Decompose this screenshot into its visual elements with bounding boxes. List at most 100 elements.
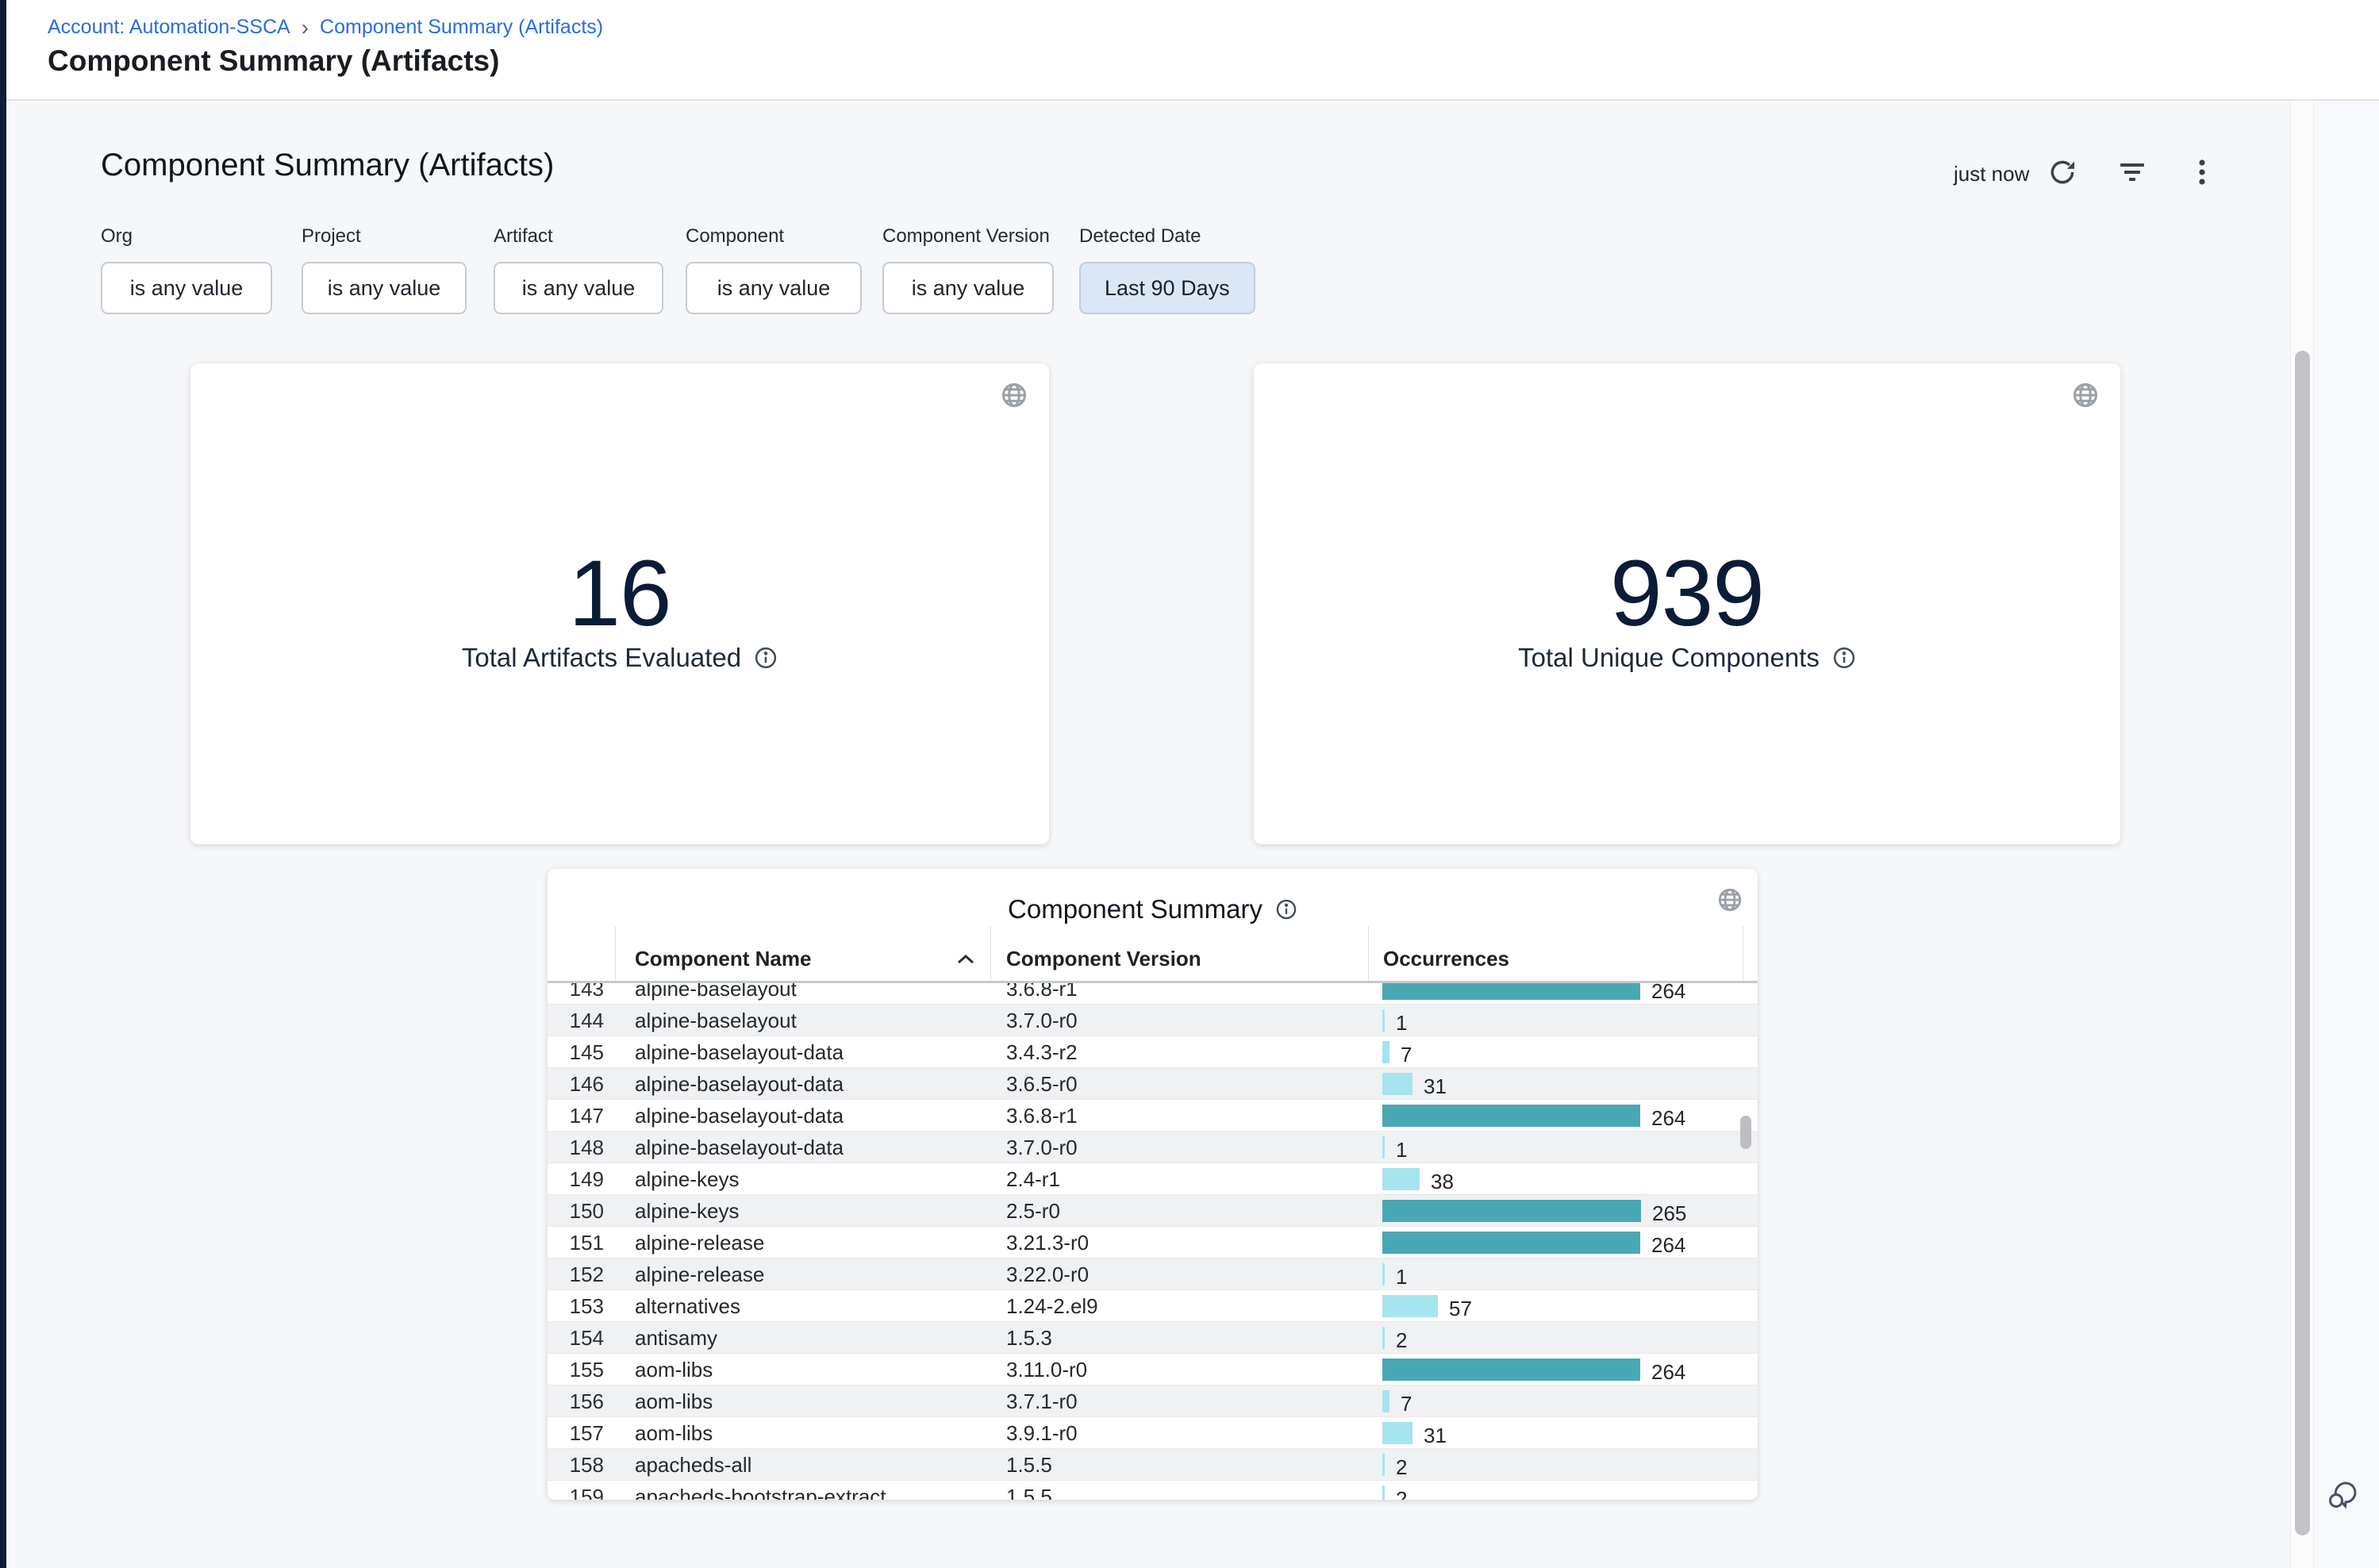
occurrences-value: 1: [1396, 1266, 1407, 1288]
filter-value-button[interactable]: is any value: [101, 262, 272, 314]
filter-value-button[interactable]: is any value: [494, 262, 663, 314]
globe-icon[interactable]: [1716, 886, 1743, 913]
component-name-cell: alternatives: [635, 1290, 740, 1322]
app-root: Account: Automation-SSCA › Component Sum…: [0, 0, 2379, 1568]
table-body: 143 alpine-baselayout 3.6.8-r1 264 144 a…: [548, 983, 1758, 1500]
collapsed-sidenav-edge[interactable]: [0, 0, 6, 1568]
occurrences-bar: [1382, 1136, 1385, 1159]
filter-label: Component Version: [882, 225, 1054, 248]
row-number: 155: [548, 1354, 604, 1385]
kebab-menu-icon[interactable]: [2189, 157, 2216, 187]
table-row[interactable]: 145 alpine-baselayout-data 3.4.3-r2 7: [548, 1036, 1758, 1068]
row-number: 151: [548, 1227, 604, 1259]
filter-org: Org is any value: [101, 225, 272, 314]
row-number: 144: [548, 1005, 604, 1036]
table-row[interactable]: 143 alpine-baselayout 3.6.8-r1 264: [548, 983, 1758, 1005]
component-name-cell: aom-libs: [635, 1385, 713, 1417]
component-name-cell: alpine-baselayout: [635, 983, 797, 1005]
filter-label: Org: [101, 225, 272, 248]
component-version-cell: 2.5-r0: [1006, 1195, 1060, 1227]
filter-value-button[interactable]: is any value: [882, 262, 1054, 314]
table-row[interactable]: 152 alpine-release 3.22.0-r0 1: [548, 1259, 1758, 1290]
component-version-cell: 1.24-2.el9: [1006, 1290, 1098, 1322]
occurrences-bar: [1382, 1073, 1412, 1095]
dashboard-title: Component Summary (Artifacts): [101, 148, 554, 183]
info-icon[interactable]: [1832, 646, 1856, 670]
breadcrumb-current-link[interactable]: Component Summary (Artifacts): [320, 16, 603, 39]
row-number: 145: [548, 1036, 604, 1068]
filter-label: Detected Date: [1079, 225, 1255, 248]
component-version-cell: 1.5.3: [1006, 1322, 1052, 1354]
table-row[interactable]: 156 aom-libs 3.7.1-r0 7: [548, 1385, 1758, 1417]
table-row[interactable]: 158 apacheds-all 1.5.5 2: [548, 1449, 1758, 1481]
component-name-cell: alpine-baselayout-data: [635, 1068, 844, 1100]
component-name-cell: alpine-baselayout-data: [635, 1100, 844, 1132]
info-icon[interactable]: [754, 646, 778, 670]
occurrences-value: 7: [1401, 1043, 1412, 1066]
tile-total-artifacts: 16 Total Artifacts Evaluated: [190, 363, 1049, 844]
row-number: 152: [548, 1259, 604, 1290]
table-row[interactable]: 150 alpine-keys 2.5-r0 265: [548, 1195, 1758, 1227]
filter-value-button[interactable]: Last 90 Days: [1079, 262, 1255, 314]
component-name-cell: apacheds-bootstrap-extract: [635, 1481, 886, 1500]
component-name-cell: aom-libs: [635, 1354, 713, 1385]
component-version-cell: 3.7.0-r0: [1006, 1132, 1078, 1163]
occurrences-bar: [1382, 1232, 1640, 1254]
occurrences-bar: [1382, 1200, 1641, 1222]
component-version-cell: 3.4.3-r2: [1006, 1036, 1078, 1068]
table-row[interactable]: 154 antisamy 1.5.3 2: [548, 1322, 1758, 1354]
filter-label: Project: [302, 225, 467, 248]
filter-value-button[interactable]: is any value: [686, 262, 862, 314]
occurrences-value: 31: [1424, 1075, 1447, 1097]
table-row[interactable]: 151 alpine-release 3.21.3-r0 264: [548, 1227, 1758, 1259]
globe-icon[interactable]: [1000, 381, 1028, 409]
component-version-cell: 3.6.5-r0: [1006, 1068, 1078, 1100]
occurrences-bar: [1382, 1009, 1385, 1032]
sort-ascending-icon[interactable]: [955, 953, 976, 966]
table-row[interactable]: 155 aom-libs 3.11.0-r0 264: [548, 1354, 1758, 1385]
column-header-component-name[interactable]: Component Name: [635, 947, 811, 971]
component-version-cell: 3.7.1-r0: [1006, 1385, 1078, 1417]
table-scrollbar-thumb[interactable]: [1740, 1116, 1751, 1149]
page-scrollbar-thumb[interactable]: [2295, 351, 2310, 1535]
column-header-component-version[interactable]: Component Version: [1006, 947, 1201, 971]
breadcrumb-separator-icon: ›: [302, 17, 309, 37]
table-row[interactable]: 148 alpine-baselayout-data 3.7.0-r0 1: [548, 1132, 1758, 1163]
occurrences-value: 2: [1396, 1329, 1407, 1351]
info-icon[interactable]: [1275, 898, 1297, 920]
component-version-cell: 1.5.5: [1006, 1449, 1052, 1481]
filter-artifact: Artifact is any value: [494, 225, 663, 314]
column-header-occurrences[interactable]: Occurrences: [1383, 947, 1509, 971]
occurrences-bar: [1382, 1263, 1385, 1286]
refresh-icon[interactable]: [2047, 157, 2077, 187]
occurrences-value: 264: [1651, 1234, 1685, 1256]
component-name-cell: alpine-baselayout: [635, 1005, 797, 1036]
table-row[interactable]: 149 alpine-keys 2.4-r1 38: [548, 1163, 1758, 1195]
occurrences-bar: [1382, 983, 1640, 1000]
occurrences-value: 264: [1651, 1361, 1685, 1383]
globe-icon[interactable]: [2071, 381, 2100, 409]
occurrences-value: 265: [1652, 1202, 1686, 1224]
filter-icon[interactable]: [2117, 160, 2147, 187]
component-version-cell: 3.6.8-r1: [1006, 983, 1078, 1005]
tile-total-unique-components: 939 Total Unique Components: [1254, 363, 2120, 844]
table-row[interactable]: 144 alpine-baselayout 3.7.0-r0 1: [548, 1005, 1758, 1036]
total-artifacts-value: 16: [190, 540, 1049, 648]
filter-value-button[interactable]: is any value: [302, 262, 467, 314]
component-summary-table-card: Component Summary Component Name Compone…: [548, 869, 1758, 1500]
filter-detected-date: Detected Date Last 90 Days: [1079, 225, 1255, 314]
table-row[interactable]: 147 alpine-baselayout-data 3.6.8-r1 264: [548, 1100, 1758, 1132]
table-row[interactable]: 157 aom-libs 3.9.1-r0 31: [548, 1417, 1758, 1449]
occurrences-value: 1: [1396, 1012, 1407, 1034]
table-row[interactable]: 159 apacheds-bootstrap-extract 1.5.5 2: [548, 1481, 1758, 1500]
occurrences-value: 31: [1424, 1424, 1447, 1447]
total-unique-components-label: Total Unique Components: [1518, 643, 1820, 673]
filter-component: Component is any value: [686, 225, 862, 314]
support-chat-icon[interactable]: [2325, 1474, 2363, 1512]
table-row[interactable]: 153 alternatives 1.24-2.el9 57: [548, 1290, 1758, 1322]
table-row[interactable]: 146 alpine-baselayout-data 3.6.5-r0 31: [548, 1068, 1758, 1100]
component-name-cell: alpine-release: [635, 1227, 764, 1259]
occurrences-value: 57: [1449, 1297, 1472, 1320]
table-title: Component Summary: [1008, 894, 1263, 924]
breadcrumb-account-link[interactable]: Account: Automation-SSCA: [48, 16, 290, 39]
